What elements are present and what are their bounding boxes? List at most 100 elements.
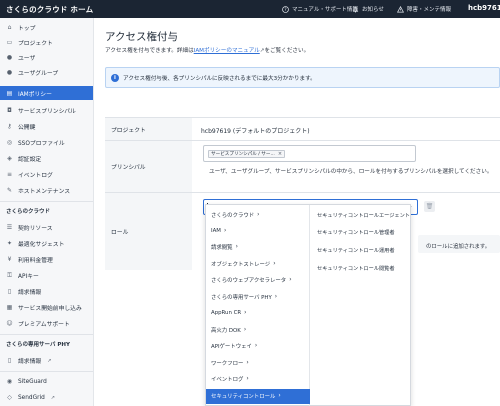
document-icon: ▤ <box>6 89 13 97</box>
brand-home-link[interactable]: さくらのクラウド ホーム <box>6 4 93 15</box>
sidebar-item-label: 請求情報 <box>18 290 42 296</box>
role-category-billing-view[interactable]: 請求閲覧 › <box>206 240 310 255</box>
sidebar-item-project[interactable]: ▭ プロジェクト <box>0 36 93 49</box>
sidebar-item-siteguard[interactable]: ◉ SiteGuard <box>0 375 93 388</box>
notice-link[interactable]: お知らせ <box>352 5 384 13</box>
invoice-icon: ▯ <box>7 288 12 295</box>
sidebar-item-label: SendGrid <box>18 394 45 401</box>
sidebar-item-auth-settings[interactable]: ◈ 認証設定 <box>0 152 93 165</box>
form-icon: ▦ <box>6 304 13 311</box>
project-value: hcb97619 (デフォルトのプロジェクト) <box>201 128 310 135</box>
sendgrid-icon: ◇ <box>7 394 12 401</box>
sidebar-item-service-principal[interactable]: ◘ サービスプリンシパル <box>0 104 93 117</box>
sidebar-divider <box>0 334 93 335</box>
role-category-object-storage[interactable]: オブジェクトストレージ › <box>206 257 310 272</box>
sidebar-item-label: プレミアムサポート <box>18 322 70 328</box>
warning-icon <box>396 5 405 13</box>
role-category-apprun-cr[interactable]: AppRun CR › <box>206 306 310 321</box>
chevron-right-icon: › <box>278 393 281 400</box>
incident-label: 障害・メンテ情報 <box>407 7 452 13</box>
role-category-api-gateway[interactable]: APIゲートウェイ › <box>206 339 310 354</box>
sidebar-item-user-group[interactable]: ● ユーザグループ <box>0 66 93 79</box>
project-label: プロジェクト <box>105 118 192 140</box>
sidebar-item-label: サービス開始前申し込み <box>18 306 82 312</box>
notice-label: お知らせ <box>362 7 384 13</box>
sidebar-item-label: APIキー <box>18 274 39 280</box>
sidebar-item-billing-management[interactable]: ¥ 利用料金管理 <box>0 253 93 266</box>
invoice-icon: ▯ <box>7 357 12 364</box>
role-category-iam[interactable]: IAM › <box>206 224 310 239</box>
info-text: アクセス権付与後、各プリンシパルに反映されるまでに最大3分かかります。 <box>123 75 316 82</box>
sidebar-item-api-key[interactable]: ⚿ APIキー <box>0 269 93 282</box>
role-category-web-accelerator[interactable]: さくらのウェブアクセラレータ › <box>206 273 310 288</box>
close-icon[interactable]: × <box>278 151 282 157</box>
sidebar-item-optimization-suggest[interactable]: ✦ 最適化サジェスト <box>0 237 93 250</box>
manual-support-label: マニュアル・サポート情報 <box>292 7 358 13</box>
sidebar: ⌂ トップ ▭ プロジェクト ● ユーザ ● ユーザグループ ▤ IAMポリシー… <box>0 18 94 406</box>
manual-support-link[interactable]: ? マニュアル・サポート情報 <box>282 5 358 13</box>
chevron-right-icon: › <box>243 327 247 334</box>
menu-item-label: さくらの専用サーバ PHY <box>211 295 272 302</box>
principal-chip: サービスプリンシパル / サー... × <box>208 150 286 158</box>
list-icon: ☰ <box>6 224 13 231</box>
principal-hint: ユーザ、ユーザグループ、サービスプリンシパルの中から、ロールを付与するプリンシパ… <box>209 169 493 175</box>
role-option-security-control-operator[interactable]: セキュリティコントロール運用者 <box>317 247 395 254</box>
sidebar-item-pre-service-application[interactable]: ▦ サービス開始前申し込み <box>0 301 93 314</box>
sidebar-item-iam-policy[interactable]: ▤ IAMポリシー <box>0 86 93 100</box>
sidebar-item-premium-support[interactable]: ☺ プレミアムサポート <box>0 317 93 330</box>
sidebar-item-label: サービスプリンシパル <box>18 109 76 115</box>
info-banner: i アクセス権付与後、各プリンシパルに反映されるまでに最大3分かかります。 <box>105 67 500 88</box>
sidebar-item-event-log[interactable]: ≡ イベントログ <box>0 168 93 181</box>
sidebar-item-phy-invoice[interactable]: ▯ 請求情報 ↗ <box>0 354 93 367</box>
external-link-icon: ↗ <box>47 357 52 364</box>
role-option-security-control-agent[interactable]: セキュリティコントロールエージェント <box>317 212 410 219</box>
iam-policy-manual-link[interactable]: IAMポリシーのマニュアル <box>194 48 260 54</box>
sidebar-item-sendgrid[interactable]: ◇ SendGrid ↗ <box>0 391 93 404</box>
chevron-right-icon: › <box>246 376 249 383</box>
page-description: アクセス権を付与できます。詳細はIAMポリシーのマニュアル↗をご覧ください。 <box>105 46 309 54</box>
top-bar: さくらのクラウド ホーム ? マニュアル・サポート情報 お知らせ 障害・メンテ情… <box>0 0 500 18</box>
sidebar-item-label: 公開鍵 <box>18 125 36 131</box>
principal-select[interactable]: サービスプリンシパル / サー... × <box>203 145 416 162</box>
delete-role-button[interactable]: 🗑 <box>424 201 435 212</box>
menu-item-label: APIゲートウェイ <box>211 344 252 351</box>
sidebar-item-label: ホストメンテナンス <box>18 189 71 195</box>
sidebar-divider <box>0 371 93 372</box>
role-category-workflow[interactable]: ワークフロー › <box>206 356 310 371</box>
sidebar-item-user[interactable]: ● ユーザ <box>0 51 93 64</box>
role-category-sakura-cloud[interactable]: さくらのクラウド › <box>206 208 310 223</box>
users-icon: ● <box>6 69 13 76</box>
chevron-right-icon: › <box>273 261 276 268</box>
sidebar-item-host-maintenance[interactable]: ✎ ホストメンテナンス <box>0 184 93 197</box>
chevron-right-icon: › <box>257 212 260 219</box>
home-icon: ⌂ <box>7 24 12 31</box>
chevron-right-icon: › <box>235 244 238 251</box>
sidebar-item-contract-resources[interactable]: ☰ 契約リソース <box>0 221 93 234</box>
siteguard-icon: ◉ <box>6 378 13 385</box>
principal-row: プリンシパル サービスプリンシパル / サー... × ユーザ、ユーザグループ、… <box>105 141 500 193</box>
role-category-dok[interactable]: 高火力 DOK › <box>206 323 310 338</box>
incident-link[interactable]: 障害・メンテ情報 <box>396 5 452 13</box>
role-option-security-control-viewer[interactable]: セキュリティコントロール閲覧者 <box>317 265 395 272</box>
menu-item-label: ワークフロー <box>211 361 244 368</box>
role-option-security-control-admin[interactable]: セキュリティコントロール管理者 <box>317 229 395 236</box>
sidebar-item-top[interactable]: ⌂ トップ <box>0 21 93 34</box>
project-row: プロジェクト hcb97619 (デフォルトのプロジェクト) <box>105 118 500 141</box>
role-category-event-log[interactable]: イベントログ › <box>206 372 310 387</box>
sidebar-item-sso-profile[interactable]: ◎ SSOプロファイル <box>0 136 93 149</box>
sidebar-item-label: イベントログ <box>18 173 53 179</box>
menu-item-label: IAM <box>211 228 221 235</box>
menu-item-label: セキュリティコントロール <box>211 394 276 401</box>
sidebar-item-label: SSOプロファイル <box>18 141 65 147</box>
account-menu[interactable]: hcb97619 <box>468 4 500 12</box>
sidebar-item-label: ユーザグループ <box>18 71 59 77</box>
bulb-icon: ✦ <box>6 240 13 247</box>
sidebar-item-invoice[interactable]: ▯ 請求情報 <box>0 285 93 298</box>
sidebar-item-label: SiteGuard <box>18 378 47 385</box>
sidebar-item-label: IAMポリシー <box>18 91 52 98</box>
sidebar-item-label: 請求情報 <box>18 359 42 365</box>
role-category-phy[interactable]: さくらの専用サーバ PHY › <box>206 290 310 305</box>
role-sub-list: セキュリティコントロールエージェント セキュリティコントロール管理者 セキュリテ… <box>311 205 411 406</box>
role-category-security-control[interactable]: セキュリティコントロール › <box>206 389 310 404</box>
sidebar-item-public-key[interactable]: ⚷ 公開鍵 <box>0 120 93 133</box>
